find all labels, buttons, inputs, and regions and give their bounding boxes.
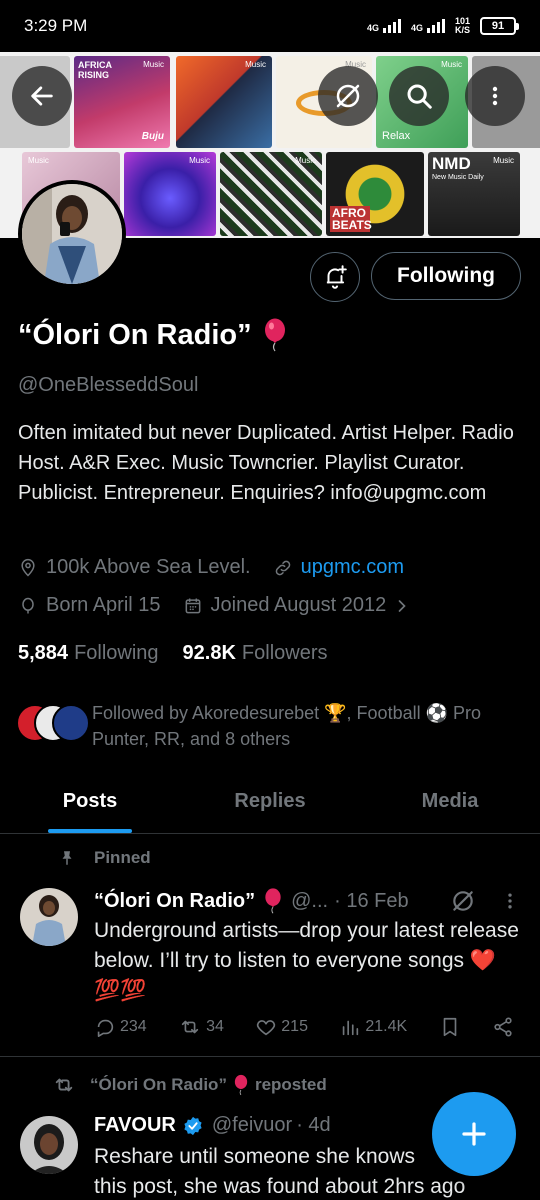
post-divider (0, 1056, 540, 1057)
following-button[interactable]: Following (371, 252, 521, 300)
reply-button[interactable]: 234 (94, 1016, 147, 1038)
followed-by-text: Followed by Akoredesurebet 🏆, Football ⚽… (92, 703, 482, 749)
follow-counts: 5,884 Following 92.8K Followers (18, 642, 328, 665)
plus-icon (462, 1122, 486, 1146)
post-author[interactable]: FAVOUR (94, 1114, 176, 1137)
status-icons: 4G 4G 101 K/S 91 (367, 16, 519, 35)
active-tab-indicator (48, 829, 132, 833)
post-author[interactable]: “Ólori On Radio” (94, 890, 255, 913)
post-handle: @feivuor (211, 1114, 293, 1136)
verified-badge-icon (184, 1116, 202, 1135)
banner-tile: Music (176, 56, 272, 148)
search-button[interactable] (389, 66, 449, 126)
post-date: · 16 Feb (334, 889, 409, 912)
battery-icon: 91 (480, 17, 519, 35)
repost-button[interactable]: 34 (178, 1016, 224, 1038)
signal-icon: 4G (367, 19, 401, 33)
followers-count-link[interactable]: 92.8K Followers (183, 642, 328, 665)
chevron-right-icon (398, 599, 406, 612)
follower-avatar (52, 704, 90, 742)
banner-tile: Music NMD New Music Daily (428, 152, 520, 236)
compose-button[interactable] (432, 1092, 516, 1176)
balloon-icon (265, 888, 281, 914)
post-avatar[interactable] (20, 1116, 78, 1174)
location-pin-icon (21, 558, 35, 577)
tab-posts[interactable]: Posts (0, 770, 180, 833)
post-text: Underground artists—drop your latest rel… (94, 919, 519, 1002)
like-button[interactable]: 215 (255, 1016, 308, 1038)
reply-icon (97, 1019, 114, 1037)
joined-date[interactable]: Joined August 2012 (183, 594, 411, 617)
arrow-left-icon (31, 86, 53, 106)
profile-meta-row-1: 100k Above Sea Level. upgmc.com (18, 556, 404, 579)
banner-tile: Music (220, 152, 322, 236)
avatar-photo (22, 184, 122, 284)
pinned-label: Pinned (58, 848, 151, 868)
post-avatar-photo (20, 888, 78, 946)
followed-by-section[interactable]: Followed by Akoredesurebet 🏆, Football ⚽… (16, 700, 502, 752)
reposted-label: reposted (254, 1075, 327, 1094)
more-options-button[interactable] (465, 66, 525, 126)
profile-meta-row-2: Born April 15 Joined August 2012 (18, 594, 410, 617)
analytics-icon (343, 1020, 359, 1036)
search-icon (407, 84, 432, 109)
grok-icon (336, 84, 360, 108)
bookmark-icon[interactable] (439, 1016, 461, 1038)
post-avatar[interactable] (20, 888, 78, 946)
following-count-link[interactable]: 5,884 Following (18, 642, 159, 665)
profile-name: “Ólori On Radio” (18, 318, 288, 352)
profile-avatar[interactable] (18, 180, 126, 288)
grok-icon[interactable] (450, 888, 476, 914)
notifications-button[interactable] (310, 252, 360, 302)
tab-replies[interactable]: Replies (180, 770, 360, 833)
balloon-icon (234, 1074, 248, 1096)
profile-tabs: Posts Replies Media (0, 770, 540, 834)
link-icon (275, 560, 290, 575)
more-vertical-icon (492, 86, 498, 106)
back-button[interactable] (12, 66, 72, 126)
reposter-name: “Ólori On Radio” (90, 1075, 227, 1094)
bell-plus-icon (326, 265, 347, 289)
calendar-icon (185, 598, 200, 613)
post-avatar-photo (20, 1116, 78, 1174)
website[interactable]: upgmc.com (273, 556, 404, 579)
website-link[interactable]: upgmc.com (301, 556, 404, 579)
more-vertical-icon[interactable] (500, 889, 520, 913)
views-button[interactable]: 21.4K (339, 1016, 407, 1038)
followed-by-avatars (16, 700, 90, 744)
share-icon[interactable] (492, 1016, 514, 1038)
repost-label: “Ólori On Radio” reposted (52, 1074, 327, 1096)
post-text-line-2: this post, she was found about 2hrs ago (94, 1175, 466, 1198)
tab-media[interactable]: Media (360, 770, 540, 833)
post-actions: 234 34 215 21.4K (94, 1016, 514, 1038)
profile-name-text: “Ólori On Radio” (18, 318, 252, 351)
status-bar: 3:29 PM 4G 4G 101 K/S 91 (0, 0, 540, 52)
balloon-icon (264, 318, 285, 352)
pin-icon (62, 851, 72, 865)
profile-bio: Often imitated but never Duplicated. Art… (18, 422, 514, 504)
profile-handle: @OneBlesseddSoul (18, 374, 199, 396)
signal-icon-2: 4G (411, 19, 445, 33)
birthday: Born April 15 (18, 594, 161, 617)
network-speed: 101 K/S (454, 16, 470, 35)
banner-tile: AFRO BEATS (326, 152, 424, 236)
banner-tile: AFRICA RISING Music Buju (74, 56, 170, 148)
balloon-outline-icon (22, 597, 34, 613)
repost-icon (55, 1078, 73, 1092)
post-handle: @... (291, 889, 329, 912)
location: 100k Above Sea Level. (18, 556, 251, 579)
heart-icon (257, 1020, 276, 1036)
grok-button[interactable] (318, 66, 378, 126)
repost-icon (181, 1020, 199, 1034)
post-date: · 4d (296, 1114, 331, 1136)
post-header: “Ólori On Radio” @... · 16 Feb (94, 888, 409, 914)
post-header: FAVOUR @feivuor · 4d (94, 1114, 331, 1137)
banner-tile: Music (124, 152, 216, 236)
status-time: 3:29 PM (24, 16, 88, 35)
